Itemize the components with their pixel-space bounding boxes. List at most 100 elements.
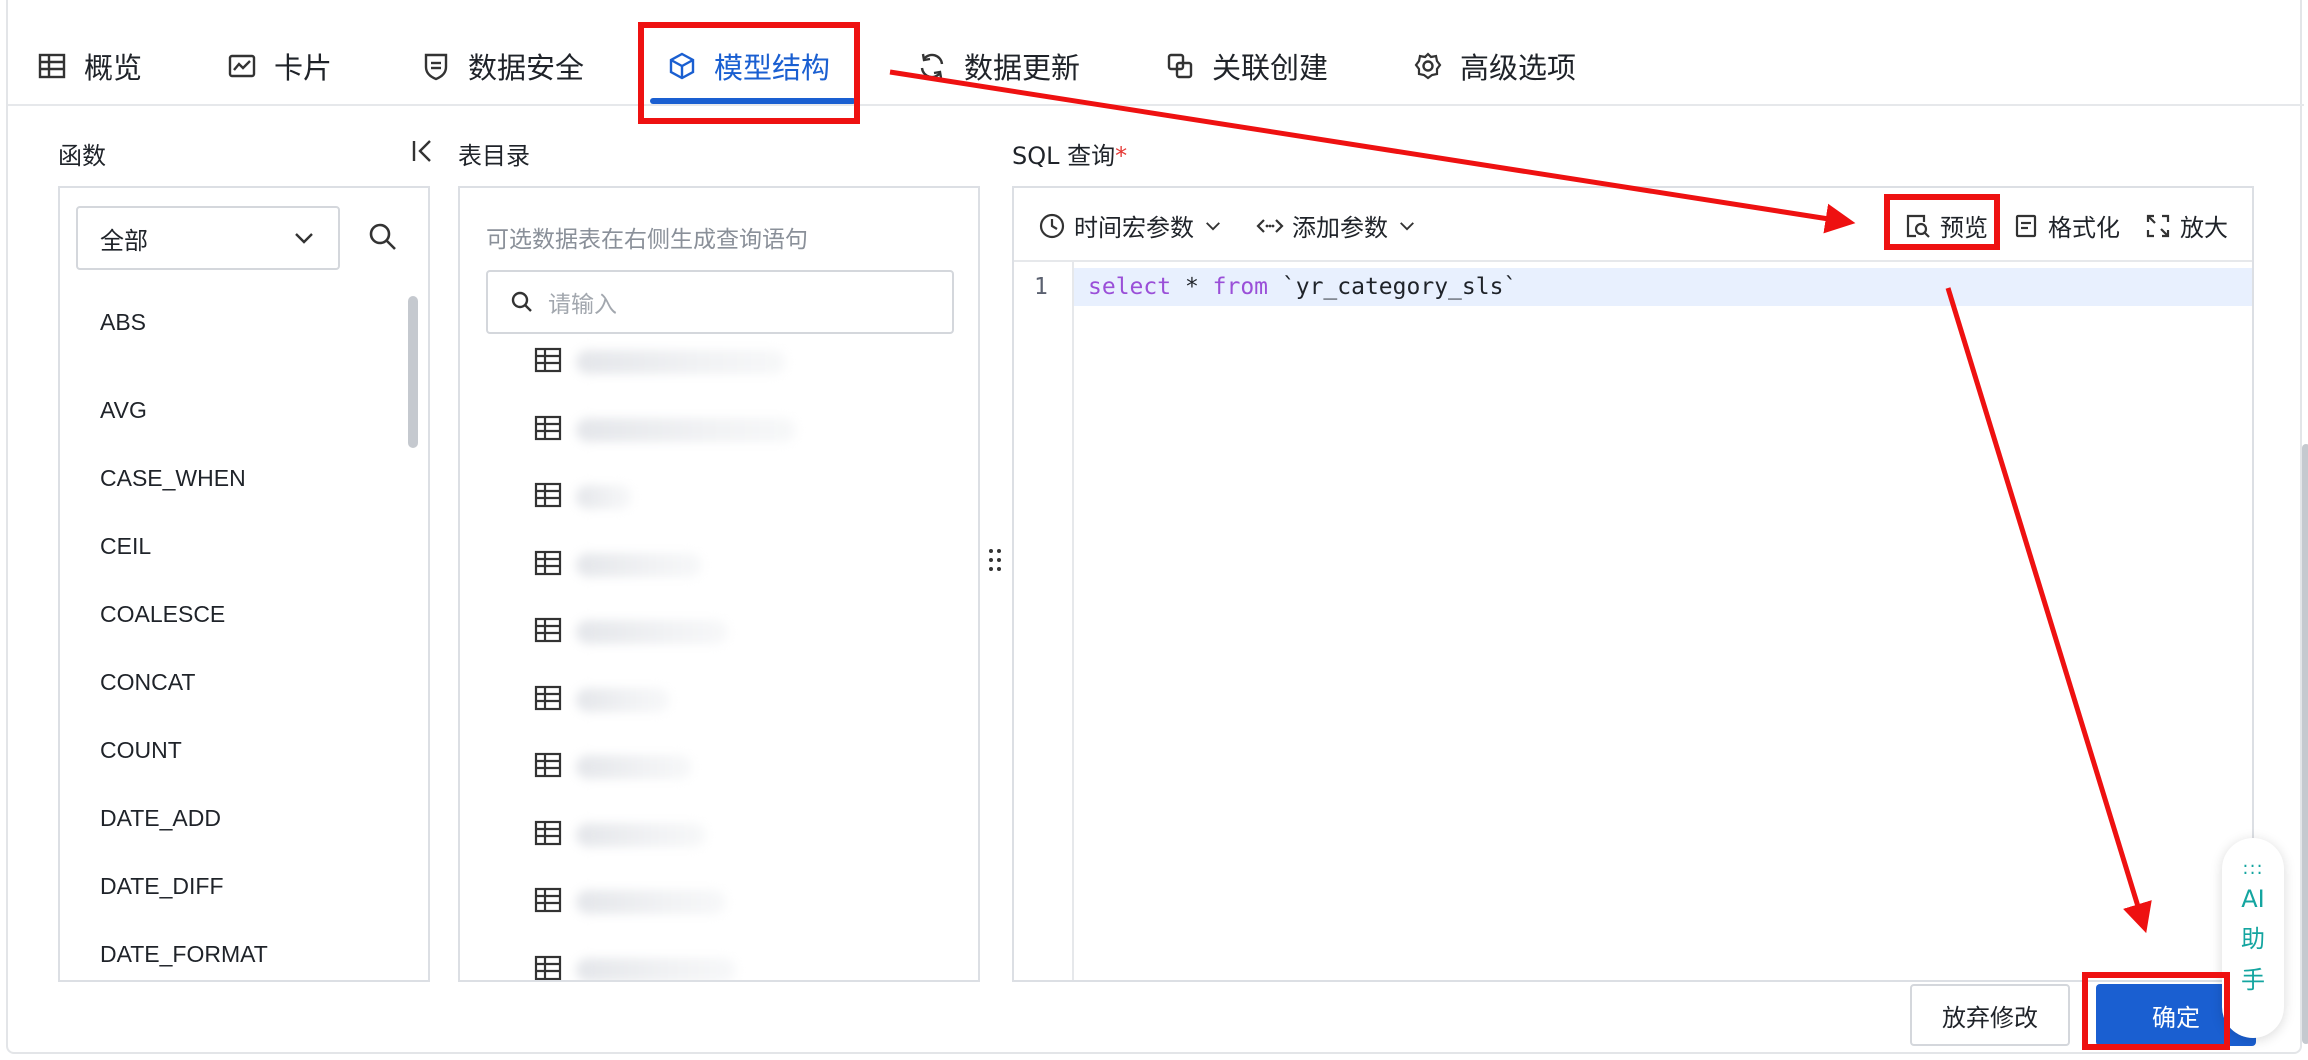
function-item[interactable]: CEIL xyxy=(100,512,268,580)
tab-label: 关联创建 xyxy=(1212,51,1329,85)
tab-label: 概览 xyxy=(84,51,143,85)
sql-token: * xyxy=(1171,274,1213,300)
table-name-redacted xyxy=(576,755,692,779)
tab-overview[interactable]: 概览 xyxy=(36,40,142,92)
tab-label: 数据安全 xyxy=(468,51,585,85)
tab-data-security[interactable]: 数据安全 xyxy=(420,40,584,92)
ai-assistant-button[interactable]: ::: AI 助 手 xyxy=(2222,838,2284,1038)
table-row[interactable] xyxy=(534,751,796,819)
required-mark: * xyxy=(1115,142,1128,170)
table-row[interactable] xyxy=(534,414,796,482)
code-param-icon xyxy=(1256,218,1284,233)
table-row[interactable] xyxy=(534,684,796,752)
function-item[interactable]: AVG xyxy=(100,376,268,444)
search-icon[interactable] xyxy=(366,220,400,254)
drag-handle-icon[interactable] xyxy=(988,548,1002,572)
tab-advanced[interactable]: 高级选项 xyxy=(1412,40,1576,92)
functions-label: 函数 xyxy=(58,142,106,170)
chevron-down-icon xyxy=(295,233,313,244)
table-name-redacted xyxy=(576,552,702,577)
function-category-select[interactable]: 全部 xyxy=(76,206,340,270)
function-list-scrollbar[interactable] xyxy=(408,296,418,448)
function-item[interactable]: COALESCE xyxy=(100,580,268,648)
preview-label: 预览 xyxy=(1940,214,1988,242)
time-macro-label: 时间宏参数 xyxy=(1074,214,1194,242)
sql-toolbar: 时间宏参数 添加参数 预览 格式化 放大 xyxy=(1014,188,2252,262)
table-catalog-panel: 可选数据表在右侧生成查询语句 请输入 xyxy=(458,186,980,982)
function-item[interactable]: DATE_FORMAT xyxy=(100,920,268,980)
function-item[interactable]: COUNT xyxy=(100,716,268,784)
table-search-input[interactable]: 请输入 xyxy=(486,270,954,334)
page-scrollbar[interactable] xyxy=(2302,444,2308,1044)
link-create-icon xyxy=(1167,53,1193,79)
table-row[interactable] xyxy=(534,549,796,617)
collapse-panel-icon[interactable] xyxy=(408,136,438,166)
add-param-button[interactable]: 添加参数 xyxy=(1256,208,1418,243)
chevron-down-icon xyxy=(1206,221,1220,230)
chevron-down-icon xyxy=(1400,221,1414,230)
sql-code-editor[interactable]: select * from `yr_category_sls` xyxy=(1088,274,1517,300)
line-number: 1 xyxy=(1034,274,1048,300)
table-name-redacted xyxy=(576,687,670,712)
table-icon xyxy=(534,955,562,980)
ai-label-2: 助 xyxy=(2241,925,2265,953)
format-icon xyxy=(2015,214,2037,237)
function-item[interactable]: CONCAT xyxy=(100,648,268,716)
active-tab-indicator xyxy=(650,98,856,104)
format-button[interactable]: 格式化 xyxy=(2012,208,2120,243)
ai-label-1: AI xyxy=(2241,885,2265,913)
tab-label: 卡片 xyxy=(274,51,333,85)
table-row[interactable] xyxy=(534,819,796,887)
cube-icon xyxy=(669,52,695,80)
table-row[interactable] xyxy=(534,346,796,414)
table-row[interactable] xyxy=(534,954,796,980)
table-row[interactable] xyxy=(534,886,796,954)
table-name-redacted xyxy=(576,822,706,847)
table-name-redacted xyxy=(576,485,632,509)
line-number-gutter xyxy=(1014,262,1074,980)
sql-table-name: `yr_category_sls` xyxy=(1268,274,1518,300)
shield-icon xyxy=(424,53,448,81)
table-hint-text: 可选数据表在右侧生成查询语句 xyxy=(486,227,808,253)
function-item[interactable]: CASE_WHEN xyxy=(100,444,268,512)
table-catalog-label: 表目录 xyxy=(458,142,530,170)
function-item[interactable]: DATE_DIFF xyxy=(100,852,268,920)
table-icon xyxy=(534,617,562,643)
function-item[interactable]: DATE_ADD xyxy=(100,784,268,852)
discard-changes-button[interactable]: 放弃修改 xyxy=(1910,984,2070,1046)
table-icon xyxy=(534,752,562,778)
refresh-icon xyxy=(920,53,944,79)
ai-dots-icon: ::: xyxy=(2242,858,2264,879)
table-icon xyxy=(38,53,66,79)
table-icon xyxy=(534,415,562,440)
function-list: ABS AVG CASE_WHEN CEIL COALESCE CONCAT C… xyxy=(100,308,268,980)
add-param-label: 添加参数 xyxy=(1292,214,1388,242)
tab-model-structure[interactable]: 模型结构 xyxy=(666,40,830,92)
table-list xyxy=(534,346,796,980)
zoom-button[interactable]: 放大 xyxy=(2144,208,2228,243)
clock-icon xyxy=(1039,213,1065,238)
ai-label-3: 手 xyxy=(2241,966,2265,994)
preview-icon xyxy=(1906,214,1930,238)
gear-icon xyxy=(1414,52,1442,80)
tab-bar: 概览 卡片 数据安全 模型结构 数据更新 关联创建 高级选项 xyxy=(8,0,2304,106)
tab-label: 模型结构 xyxy=(714,51,831,85)
search-icon xyxy=(511,291,532,312)
expand-icon xyxy=(2146,214,2170,237)
table-name-redacted xyxy=(576,620,728,644)
sql-keyword: select xyxy=(1088,274,1172,300)
format-label: 格式化 xyxy=(2048,214,2120,242)
table-row[interactable] xyxy=(534,481,796,549)
table-icon xyxy=(534,887,562,913)
table-icon xyxy=(534,347,562,373)
zoom-label: 放大 xyxy=(2180,214,2228,242)
tab-data-update[interactable]: 数据更新 xyxy=(916,40,1080,92)
time-macro-param-button[interactable]: 时间宏参数 xyxy=(1038,208,1224,243)
function-panel: 全部 ABS AVG CASE_WHEN CEIL COALESCE CONCA… xyxy=(58,186,430,982)
function-item[interactable]: ABS xyxy=(100,308,268,376)
tab-cards[interactable]: 卡片 xyxy=(226,40,332,92)
table-row[interactable] xyxy=(534,616,796,684)
table-icon xyxy=(534,550,562,575)
preview-button[interactable]: 预览 xyxy=(1904,208,1988,243)
tab-relation-create[interactable]: 关联创建 xyxy=(1164,40,1328,92)
